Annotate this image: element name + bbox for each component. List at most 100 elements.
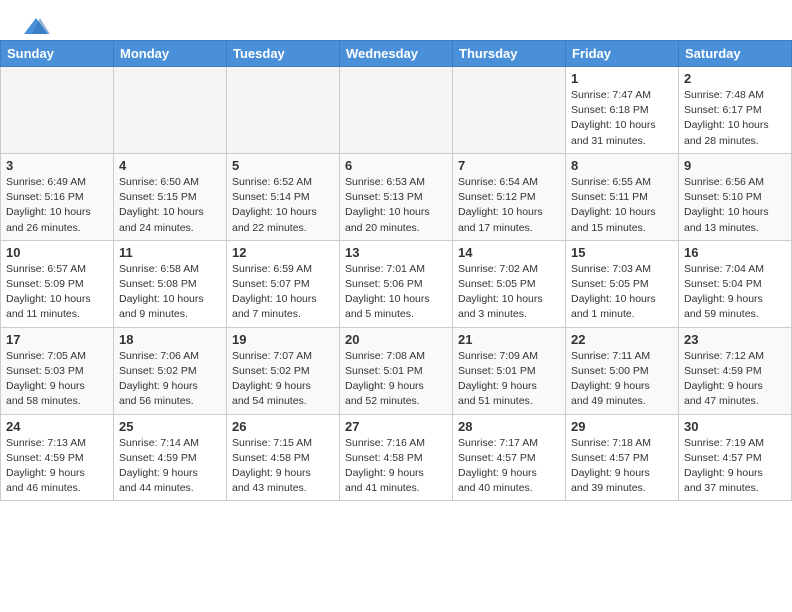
day-number: 7 — [458, 158, 560, 173]
day-info: Sunrise: 7:14 AM Sunset: 4:59 PM Dayligh… — [119, 436, 221, 497]
weekday-header-wednesday: Wednesday — [340, 41, 453, 67]
calendar-cell — [1, 67, 114, 154]
weekday-header-monday: Monday — [114, 41, 227, 67]
calendar-cell: 14Sunrise: 7:02 AM Sunset: 5:05 PM Dayli… — [453, 240, 566, 327]
calendar-cell: 3 Sunrise: 6:49 AM Sunset: 5:16 PM Daylig… — [1, 153, 114, 240]
day-number: 30 — [684, 419, 786, 434]
day-info: Sunrise: 6:55 AM Sunset: 5:11 PM Dayligh… — [571, 175, 673, 236]
weekday-header-row: SundayMondayTuesdayWednesdayThursdayFrid… — [1, 41, 792, 67]
day-number: 4 — [119, 158, 221, 173]
calendar-cell: 6 Sunrise: 6:53 AM Sunset: 5:13 PM Daylig… — [340, 153, 453, 240]
day-info: Sunrise: 7:03 AM Sunset: 5:05 PM Dayligh… — [571, 262, 673, 323]
calendar-cell: 13 Sunrise: 7:01 AM Sunset: 5:06 PM Dayli… — [340, 240, 453, 327]
day-info: Sunrise: 6:54 AM Sunset: 5:12 PM Dayligh… — [458, 175, 560, 236]
day-number: 24 — [6, 419, 108, 434]
day-number: 25 — [119, 419, 221, 434]
day-info: Sunrise: 6:58 AM Sunset: 5:08 PM Dayligh… — [119, 262, 221, 323]
calendar-cell: 25 Sunrise: 7:14 AM Sunset: 4:59 PM Dayli… — [114, 414, 227, 501]
calendar-cell: 28 Sunrise: 7:17 AM Sunset: 4:57 PM Dayli… — [453, 414, 566, 501]
day-info: Sunrise: 7:17 AM Sunset: 4:57 PM Dayligh… — [458, 436, 560, 497]
calendar-cell: 26 Sunrise: 7:15 AM Sunset: 4:58 PM Dayli… — [227, 414, 340, 501]
calendar-cell: 29 Sunrise: 7:18 AM Sunset: 4:57 PM Dayli… — [566, 414, 679, 501]
day-info: Sunrise: 7:13 AM Sunset: 4:59 PM Dayligh… — [6, 436, 108, 497]
day-number: 5 — [232, 158, 334, 173]
day-info: Sunrise: 7:06 AM Sunset: 5:02 PM Dayligh… — [119, 349, 221, 410]
calendar-cell — [114, 67, 227, 154]
calendar-cell: 19 Sunrise: 7:07 AM Sunset: 5:02 PM Dayli… — [227, 327, 340, 414]
day-info: Sunrise: 6:53 AM Sunset: 5:13 PM Dayligh… — [345, 175, 447, 236]
day-number: 19 — [232, 332, 334, 347]
day-number: 18 — [119, 332, 221, 347]
day-number: 20 — [345, 332, 447, 347]
day-info: Sunrise: 6:50 AM Sunset: 5:15 PM Dayligh… — [119, 175, 221, 236]
day-number: 29 — [571, 419, 673, 434]
day-number: 11 — [119, 245, 221, 260]
day-info: Sunrise: 7:08 AM Sunset: 5:01 PM Dayligh… — [345, 349, 447, 410]
calendar-table: SundayMondayTuesdayWednesdayThursdayFrid… — [0, 40, 792, 501]
calendar-cell: 15 Sunrise: 7:03 AM Sunset: 5:05 PM Dayli… — [566, 240, 679, 327]
calendar-cell: 12 Sunrise: 6:59 AM Sunset: 5:07 PM Dayli… — [227, 240, 340, 327]
calendar-week-row: 1Sunrise: 7:47 AM Sunset: 6:18 PM Daylig… — [1, 67, 792, 154]
day-info: Sunrise: 7:48 AM Sunset: 6:17 PM Dayligh… — [684, 88, 786, 149]
day-number: 10 — [6, 245, 108, 260]
weekday-header-sunday: Sunday — [1, 41, 114, 67]
day-number: 28 — [458, 419, 560, 434]
calendar-cell: 8 Sunrise: 6:55 AM Sunset: 5:11 PM Daylig… — [566, 153, 679, 240]
day-info: Sunrise: 7:18 AM Sunset: 4:57 PM Dayligh… — [571, 436, 673, 497]
calendar-cell: 1Sunrise: 7:47 AM Sunset: 6:18 PM Daylig… — [566, 67, 679, 154]
calendar-cell: 4 Sunrise: 6:50 AM Sunset: 5:15 PM Daylig… — [114, 153, 227, 240]
weekday-header-saturday: Saturday — [679, 41, 792, 67]
calendar-cell: 30 Sunrise: 7:19 AM Sunset: 4:57 PM Dayli… — [679, 414, 792, 501]
day-info: Sunrise: 7:19 AM Sunset: 4:57 PM Dayligh… — [684, 436, 786, 497]
day-info: Sunrise: 6:57 AM Sunset: 5:09 PM Dayligh… — [6, 262, 108, 323]
calendar-cell: 11 Sunrise: 6:58 AM Sunset: 5:08 PM Dayli… — [114, 240, 227, 327]
day-info: Sunrise: 7:15 AM Sunset: 4:58 PM Dayligh… — [232, 436, 334, 497]
day-info: Sunrise: 7:11 AM Sunset: 5:00 PM Dayligh… — [571, 349, 673, 410]
calendar-cell: 10 Sunrise: 6:57 AM Sunset: 5:09 PM Dayli… — [1, 240, 114, 327]
day-number: 16 — [684, 245, 786, 260]
day-number: 8 — [571, 158, 673, 173]
calendar-cell: 21 Sunrise: 7:09 AM Sunset: 5:01 PM Dayli… — [453, 327, 566, 414]
day-number: 6 — [345, 158, 447, 173]
calendar-cell — [453, 67, 566, 154]
calendar-cell — [340, 67, 453, 154]
calendar-cell: 2 Sunrise: 7:48 AM Sunset: 6:17 PM Daylig… — [679, 67, 792, 154]
calendar-cell: 27Sunrise: 7:16 AM Sunset: 4:58 PM Dayli… — [340, 414, 453, 501]
day-number: 17 — [6, 332, 108, 347]
calendar-cell — [227, 67, 340, 154]
calendar-cell: 17Sunrise: 7:05 AM Sunset: 5:03 PM Dayli… — [1, 327, 114, 414]
day-info: Sunrise: 7:07 AM Sunset: 5:02 PM Dayligh… — [232, 349, 334, 410]
calendar-cell: 24 Sunrise: 7:13 AM Sunset: 4:59 PM Dayli… — [1, 414, 114, 501]
day-info: Sunrise: 7:01 AM Sunset: 5:06 PM Dayligh… — [345, 262, 447, 323]
logo — [20, 16, 50, 32]
day-number: 12 — [232, 245, 334, 260]
day-number: 21 — [458, 332, 560, 347]
day-info: Sunrise: 6:59 AM Sunset: 5:07 PM Dayligh… — [232, 262, 334, 323]
calendar-cell: 18 Sunrise: 7:06 AM Sunset: 5:02 PM Dayli… — [114, 327, 227, 414]
calendar-cell: 5 Sunrise: 6:52 AM Sunset: 5:14 PM Daylig… — [227, 153, 340, 240]
calendar-cell: 16 Sunrise: 7:04 AM Sunset: 5:04 PM Dayli… — [679, 240, 792, 327]
weekday-header-thursday: Thursday — [453, 41, 566, 67]
day-number: 23 — [684, 332, 786, 347]
weekday-header-tuesday: Tuesday — [227, 41, 340, 67]
page-header — [0, 0, 792, 40]
day-number: 26 — [232, 419, 334, 434]
day-info: Sunrise: 7:02 AM Sunset: 5:05 PM Dayligh… — [458, 262, 560, 323]
day-number: 3 — [6, 158, 108, 173]
calendar-cell: 23Sunrise: 7:12 AM Sunset: 4:59 PM Dayli… — [679, 327, 792, 414]
calendar-week-row: 10 Sunrise: 6:57 AM Sunset: 5:09 PM Dayli… — [1, 240, 792, 327]
weekday-header-friday: Friday — [566, 41, 679, 67]
day-number: 27 — [345, 419, 447, 434]
calendar-cell: 20 Sunrise: 7:08 AM Sunset: 5:01 PM Dayli… — [340, 327, 453, 414]
logo-icon — [22, 16, 50, 36]
day-number: 13 — [345, 245, 447, 260]
day-info: Sunrise: 6:49 AM Sunset: 5:16 PM Dayligh… — [6, 175, 108, 236]
calendar-cell: 22Sunrise: 7:11 AM Sunset: 5:00 PM Dayli… — [566, 327, 679, 414]
day-number: 2 — [684, 71, 786, 86]
day-number: 15 — [571, 245, 673, 260]
calendar-week-row: 24 Sunrise: 7:13 AM Sunset: 4:59 PM Dayli… — [1, 414, 792, 501]
day-info: Sunrise: 7:09 AM Sunset: 5:01 PM Dayligh… — [458, 349, 560, 410]
day-number: 9 — [684, 158, 786, 173]
day-info: Sunrise: 6:52 AM Sunset: 5:14 PM Dayligh… — [232, 175, 334, 236]
day-info: Sunrise: 7:04 AM Sunset: 5:04 PM Dayligh… — [684, 262, 786, 323]
